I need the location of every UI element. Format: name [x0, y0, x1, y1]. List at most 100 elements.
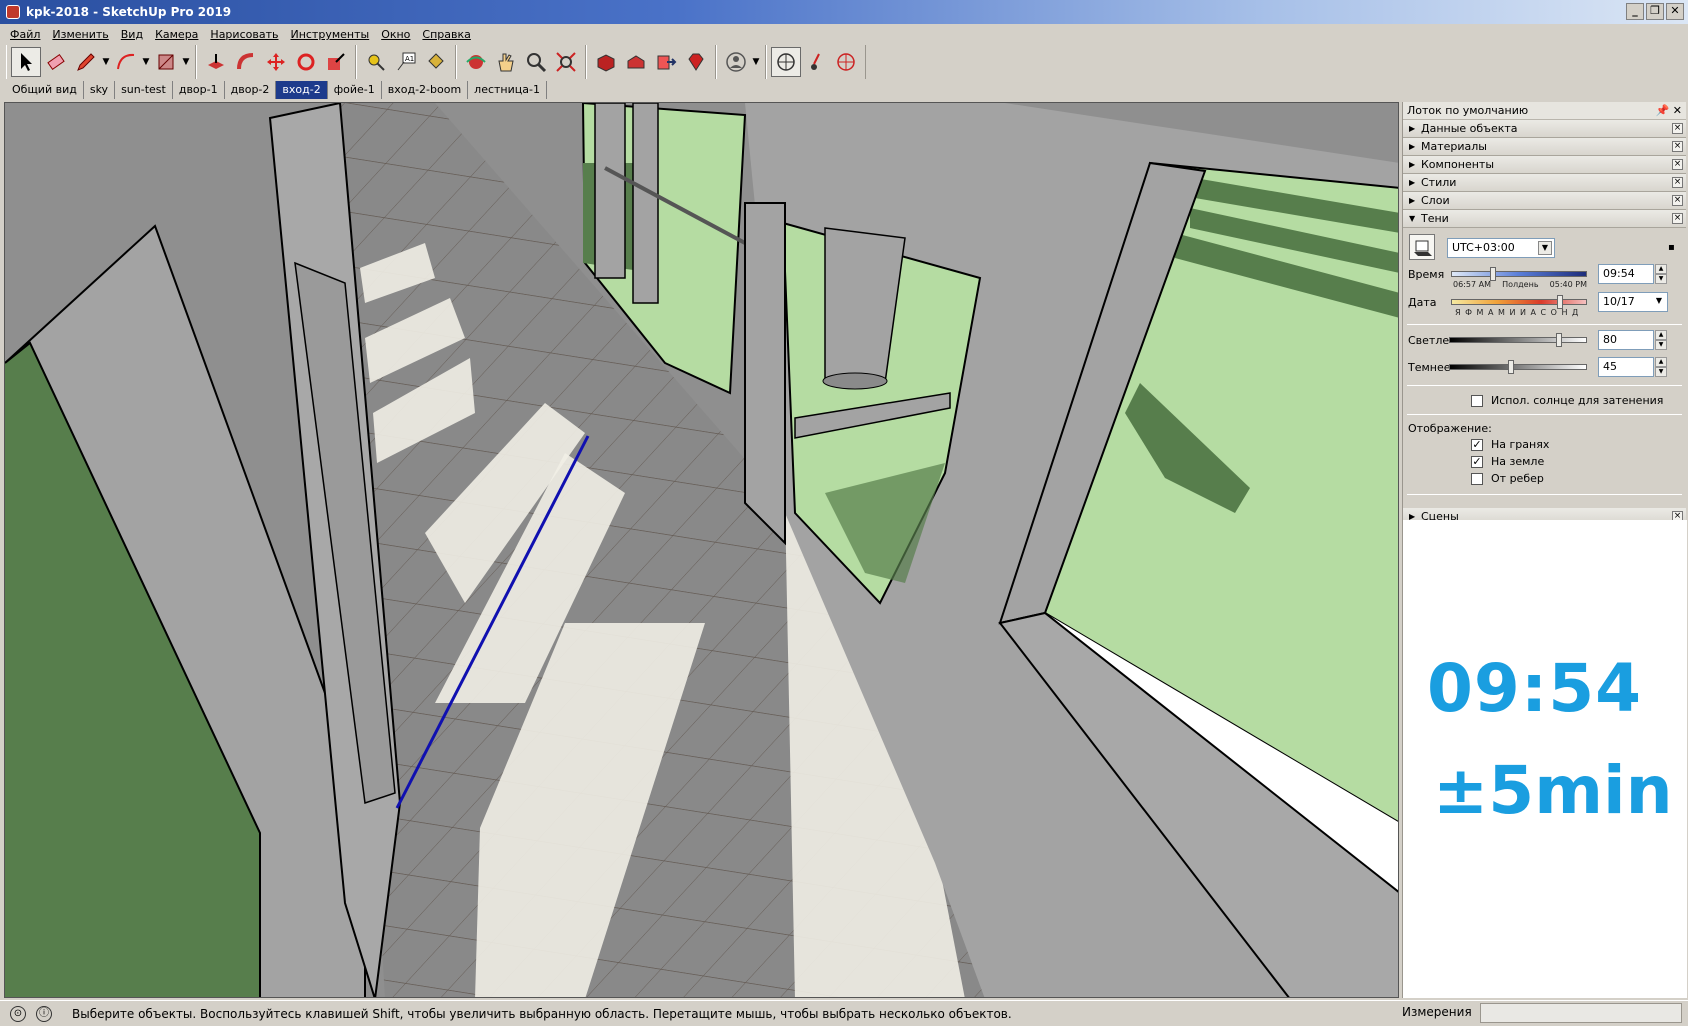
close-panel-icon[interactable]: ×	[1672, 123, 1683, 134]
date-select[interactable]: 10/17 ▼	[1598, 292, 1668, 312]
text-tool-icon[interactable]: A1	[391, 47, 421, 77]
spin-up-icon[interactable]: ▲	[1655, 357, 1667, 367]
checkbox-box[interactable]	[1471, 394, 1483, 407]
close-panel-icon[interactable]: ×	[1672, 159, 1683, 170]
menu-file[interactable]: Файл	[6, 28, 48, 41]
look-around-tool-icon[interactable]	[801, 47, 831, 77]
tab-scene-sun-test[interactable]: sun-test	[115, 81, 173, 99]
details-toggle-icon[interactable]: ▪	[1668, 242, 1680, 256]
tape-measure-tool-icon[interactable]	[361, 47, 391, 77]
chevron-down-icon[interactable]: ▼	[1538, 241, 1552, 255]
pencil-tool-icon[interactable]	[71, 47, 101, 77]
rectangle-tool-icon[interactable]	[151, 47, 181, 77]
share-component-icon[interactable]	[621, 47, 651, 77]
arc-tool-icon[interactable]	[111, 47, 141, 77]
paint-bucket-tool-icon[interactable]	[421, 47, 451, 77]
date-slider[interactable]	[1451, 299, 1587, 305]
from-edges-checkbox[interactable]: От ребер	[1471, 472, 1544, 485]
menu-tools[interactable]: Инструменты	[286, 28, 377, 41]
tab-scene-entrance-2-boom[interactable]: вход-2-boom	[382, 81, 469, 99]
light-slider[interactable]	[1449, 337, 1587, 343]
pin-icon[interactable]: 📌 ✕	[1656, 104, 1682, 117]
geo-location-icon[interactable]: ⊙	[10, 1005, 26, 1022]
time-spinner[interactable]: ▲ ▼	[1655, 264, 1667, 284]
minimize-button[interactable]: _	[1626, 3, 1644, 20]
select-tool-icon[interactable]	[11, 47, 41, 77]
on-ground-checkbox[interactable]: ✓ На земле	[1471, 455, 1544, 468]
follow-me-tool-icon[interactable]	[231, 47, 261, 77]
dark-input[interactable]: 45	[1598, 357, 1654, 377]
menu-window[interactable]: Окно	[377, 28, 418, 41]
tab-scene-foyer-1[interactable]: фойе-1	[328, 81, 382, 99]
model-viewport[interactable]	[4, 102, 1399, 998]
spin-up-icon[interactable]: ▲	[1655, 330, 1667, 340]
dark-spinner[interactable]: ▲ ▼	[1655, 357, 1667, 377]
close-panel-icon[interactable]: ×	[1672, 141, 1683, 152]
close-panel-icon[interactable]: ×	[1672, 213, 1683, 224]
time-input[interactable]: 09:54	[1598, 264, 1654, 284]
move-tool-icon[interactable]	[261, 47, 291, 77]
zoom-extents-tool-icon[interactable]	[551, 47, 581, 77]
light-slider-thumb[interactable]	[1556, 333, 1563, 347]
timezone-select[interactable]: UTC+03:00 ▼	[1447, 238, 1555, 258]
tab-scene-yard-2[interactable]: двор-2	[225, 81, 277, 99]
pencil-dropdown-icon[interactable]: ▼	[101, 57, 111, 67]
zoom-tool-icon[interactable]	[521, 47, 551, 77]
tab-scene-entrance-2[interactable]: вход-2	[276, 81, 328, 99]
close-panel-icon[interactable]: ×	[1672, 177, 1683, 188]
3d-warehouse-icon[interactable]	[591, 47, 621, 77]
measurements-input[interactable]	[1480, 1003, 1682, 1023]
shadow-toggle-button[interactable]	[1409, 234, 1435, 260]
date-slider-thumb[interactable]	[1556, 295, 1563, 309]
eraser-tool-icon[interactable]	[41, 47, 71, 77]
rectangle-dropdown-icon[interactable]: ▼	[181, 57, 191, 67]
scale-tool-icon[interactable]	[321, 47, 351, 77]
tab-scene-stairs-1[interactable]: лестница-1	[468, 81, 547, 99]
account-dropdown-icon[interactable]: ▼	[751, 57, 761, 67]
menu-draw[interactable]: Нарисовать	[206, 28, 286, 41]
protractor-tool-icon[interactable]	[831, 47, 861, 77]
dark-slider-thumb[interactable]	[1508, 360, 1515, 374]
info-icon[interactable]: ⓘ	[36, 1005, 52, 1022]
use-sun-checkbox[interactable]: Испол. солнце для затенения	[1471, 394, 1663, 407]
time-slider[interactable]	[1451, 271, 1587, 277]
close-panel-icon[interactable]: ×	[1672, 195, 1683, 206]
menu-edit[interactable]: Изменить	[48, 28, 116, 41]
on-faces-checkbox[interactable]: ✓ На гранях	[1471, 438, 1549, 451]
checkbox-checked[interactable]: ✓	[1471, 455, 1483, 468]
user-account-icon[interactable]	[721, 47, 751, 77]
arc-dropdown-icon[interactable]: ▼	[141, 57, 151, 67]
panel-components[interactable]: ▶ Компоненты ×	[1403, 156, 1686, 174]
checkbox-box[interactable]	[1471, 472, 1483, 485]
menu-camera[interactable]: Камера	[151, 28, 206, 41]
spin-down-icon[interactable]: ▼	[1655, 367, 1667, 377]
tab-scene-overview[interactable]: Общий вид	[6, 81, 84, 99]
panel-materials[interactable]: ▶ Материалы ×	[1403, 138, 1686, 156]
dark-slider[interactable]	[1449, 364, 1587, 370]
panel-styles[interactable]: ▶ Стили ×	[1403, 174, 1686, 192]
time-slider-thumb[interactable]	[1490, 267, 1497, 281]
close-button[interactable]: ✕	[1666, 3, 1684, 20]
menu-help[interactable]: Справка	[418, 28, 478, 41]
panel-layers[interactable]: ▶ Слои ×	[1403, 192, 1686, 210]
spin-down-icon[interactable]: ▼	[1655, 274, 1667, 284]
tab-scene-sky[interactable]: sky	[84, 81, 116, 99]
menu-view[interactable]: Вид	[117, 28, 151, 41]
push-pull-tool-icon[interactable]	[201, 47, 231, 77]
orbit-tool-icon[interactable]	[461, 47, 491, 77]
restore-button[interactable]: ❐	[1646, 3, 1664, 20]
light-input[interactable]: 80	[1598, 330, 1654, 350]
rotate-tool-icon[interactable]	[291, 47, 321, 77]
panel-entity-info[interactable]: ▶ Данные объекта ×	[1403, 120, 1686, 138]
spin-down-icon[interactable]: ▼	[1655, 340, 1667, 350]
spin-up-icon[interactable]: ▲	[1655, 264, 1667, 274]
tab-scene-yard-1[interactable]: двор-1	[173, 81, 225, 99]
panel-shadows[interactable]: ▼ Тени ×	[1403, 210, 1686, 228]
upload-model-icon[interactable]	[651, 47, 681, 77]
light-spinner[interactable]: ▲ ▼	[1655, 330, 1667, 350]
extension-warehouse-icon[interactable]	[681, 47, 711, 77]
pan-tool-icon[interactable]	[491, 47, 521, 77]
position-camera-tool-icon[interactable]	[771, 47, 801, 77]
chevron-down-icon[interactable]: ▼	[1653, 295, 1665, 309]
checkbox-checked[interactable]: ✓	[1471, 438, 1483, 451]
